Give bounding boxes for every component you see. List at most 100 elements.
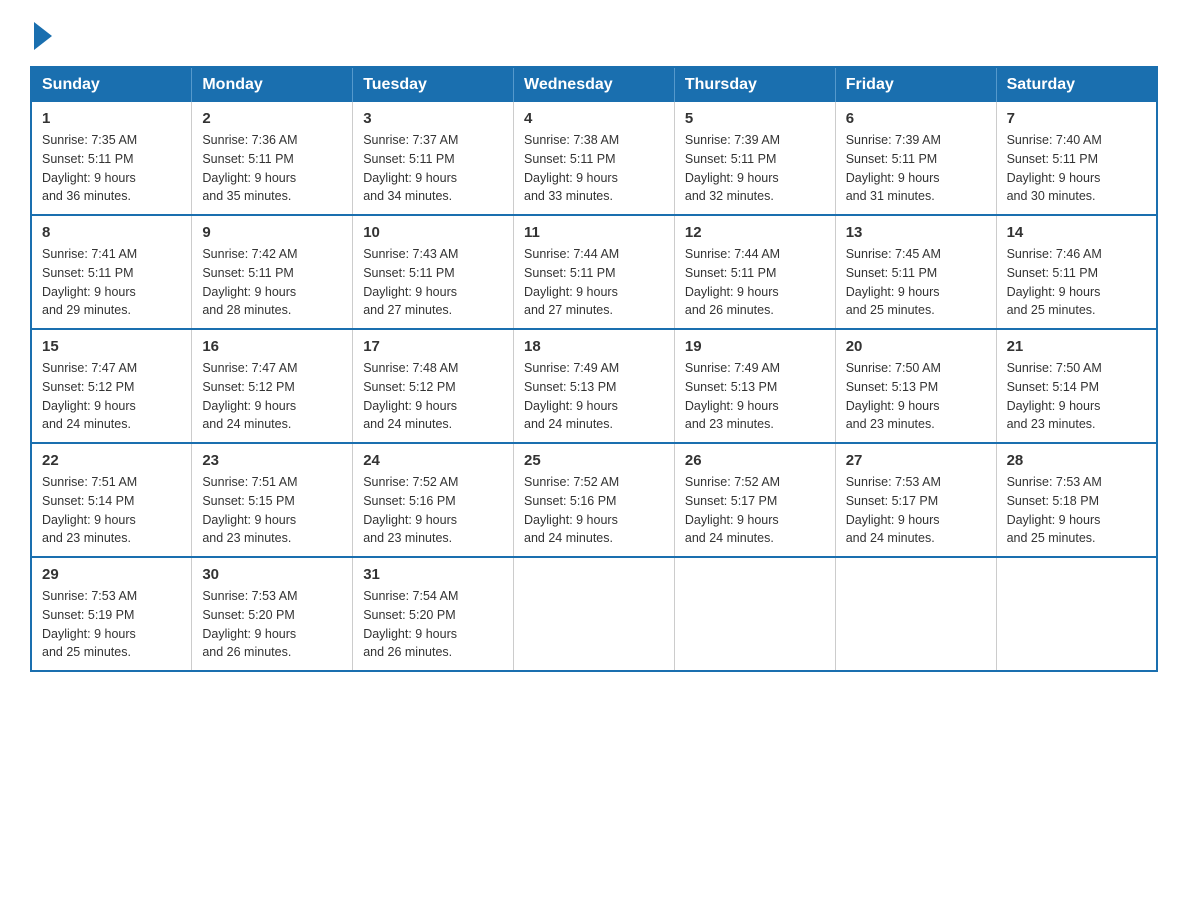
col-thursday: Thursday	[674, 67, 835, 102]
calendar-cell: 20 Sunrise: 7:50 AM Sunset: 5:13 PM Dayl…	[835, 329, 996, 443]
calendar-cell: 19 Sunrise: 7:49 AM Sunset: 5:13 PM Dayl…	[674, 329, 835, 443]
calendar-cell: 14 Sunrise: 7:46 AM Sunset: 5:11 PM Dayl…	[996, 215, 1157, 329]
day-info: Sunrise: 7:52 AM Sunset: 5:16 PM Dayligh…	[524, 475, 619, 545]
day-number: 3	[363, 110, 503, 127]
calendar-cell: 28 Sunrise: 7:53 AM Sunset: 5:18 PM Dayl…	[996, 443, 1157, 557]
col-monday: Monday	[192, 67, 353, 102]
calendar-cell: 11 Sunrise: 7:44 AM Sunset: 5:11 PM Dayl…	[514, 215, 675, 329]
calendar-cell	[514, 557, 675, 671]
calendar-cell: 17 Sunrise: 7:48 AM Sunset: 5:12 PM Dayl…	[353, 329, 514, 443]
calendar-week-row-4: 22 Sunrise: 7:51 AM Sunset: 5:14 PM Dayl…	[31, 443, 1157, 557]
day-info: Sunrise: 7:53 AM Sunset: 5:17 PM Dayligh…	[846, 475, 941, 545]
day-info: Sunrise: 7:42 AM Sunset: 5:11 PM Dayligh…	[202, 247, 297, 317]
day-info: Sunrise: 7:36 AM Sunset: 5:11 PM Dayligh…	[202, 133, 297, 203]
calendar-header-row: Sunday Monday Tuesday Wednesday Thursday…	[31, 67, 1157, 102]
calendar-week-row-1: 1 Sunrise: 7:35 AM Sunset: 5:11 PM Dayli…	[31, 102, 1157, 215]
col-friday: Friday	[835, 67, 996, 102]
day-number: 12	[685, 224, 825, 241]
logo	[30, 20, 52, 46]
calendar-cell: 10 Sunrise: 7:43 AM Sunset: 5:11 PM Dayl…	[353, 215, 514, 329]
calendar-cell: 27 Sunrise: 7:53 AM Sunset: 5:17 PM Dayl…	[835, 443, 996, 557]
calendar-cell: 26 Sunrise: 7:52 AM Sunset: 5:17 PM Dayl…	[674, 443, 835, 557]
day-number: 4	[524, 110, 664, 127]
day-number: 16	[202, 338, 342, 355]
logo-general-text	[30, 20, 52, 50]
day-number: 18	[524, 338, 664, 355]
calendar-cell: 13 Sunrise: 7:45 AM Sunset: 5:11 PM Dayl…	[835, 215, 996, 329]
day-number: 31	[363, 566, 503, 583]
col-saturday: Saturday	[996, 67, 1157, 102]
day-info: Sunrise: 7:49 AM Sunset: 5:13 PM Dayligh…	[524, 361, 619, 431]
day-number: 2	[202, 110, 342, 127]
calendar-cell: 31 Sunrise: 7:54 AM Sunset: 5:20 PM Dayl…	[353, 557, 514, 671]
day-info: Sunrise: 7:53 AM Sunset: 5:20 PM Dayligh…	[202, 589, 297, 659]
day-number: 5	[685, 110, 825, 127]
calendar-cell: 9 Sunrise: 7:42 AM Sunset: 5:11 PM Dayli…	[192, 215, 353, 329]
day-number: 1	[42, 110, 181, 127]
calendar-cell: 22 Sunrise: 7:51 AM Sunset: 5:14 PM Dayl…	[31, 443, 192, 557]
day-number: 7	[1007, 110, 1146, 127]
calendar-cell: 3 Sunrise: 7:37 AM Sunset: 5:11 PM Dayli…	[353, 102, 514, 215]
calendar-cell: 5 Sunrise: 7:39 AM Sunset: 5:11 PM Dayli…	[674, 102, 835, 215]
day-info: Sunrise: 7:52 AM Sunset: 5:17 PM Dayligh…	[685, 475, 780, 545]
day-info: Sunrise: 7:40 AM Sunset: 5:11 PM Dayligh…	[1007, 133, 1102, 203]
day-info: Sunrise: 7:51 AM Sunset: 5:15 PM Dayligh…	[202, 475, 297, 545]
day-info: Sunrise: 7:48 AM Sunset: 5:12 PM Dayligh…	[363, 361, 458, 431]
calendar-cell: 2 Sunrise: 7:36 AM Sunset: 5:11 PM Dayli…	[192, 102, 353, 215]
day-info: Sunrise: 7:53 AM Sunset: 5:19 PM Dayligh…	[42, 589, 137, 659]
calendar-cell: 30 Sunrise: 7:53 AM Sunset: 5:20 PM Dayl…	[192, 557, 353, 671]
day-number: 6	[846, 110, 986, 127]
calendar-cell	[996, 557, 1157, 671]
day-number: 17	[363, 338, 503, 355]
calendar-cell: 4 Sunrise: 7:38 AM Sunset: 5:11 PM Dayli…	[514, 102, 675, 215]
day-number: 25	[524, 452, 664, 469]
day-info: Sunrise: 7:44 AM Sunset: 5:11 PM Dayligh…	[685, 247, 780, 317]
day-info: Sunrise: 7:53 AM Sunset: 5:18 PM Dayligh…	[1007, 475, 1102, 545]
day-info: Sunrise: 7:43 AM Sunset: 5:11 PM Dayligh…	[363, 247, 458, 317]
day-info: Sunrise: 7:46 AM Sunset: 5:11 PM Dayligh…	[1007, 247, 1102, 317]
day-info: Sunrise: 7:50 AM Sunset: 5:14 PM Dayligh…	[1007, 361, 1102, 431]
calendar-cell: 23 Sunrise: 7:51 AM Sunset: 5:15 PM Dayl…	[192, 443, 353, 557]
col-wednesday: Wednesday	[514, 67, 675, 102]
day-number: 23	[202, 452, 342, 469]
day-info: Sunrise: 7:50 AM Sunset: 5:13 PM Dayligh…	[846, 361, 941, 431]
day-info: Sunrise: 7:41 AM Sunset: 5:11 PM Dayligh…	[42, 247, 137, 317]
day-number: 20	[846, 338, 986, 355]
calendar-week-row-2: 8 Sunrise: 7:41 AM Sunset: 5:11 PM Dayli…	[31, 215, 1157, 329]
calendar-table: Sunday Monday Tuesday Wednesday Thursday…	[30, 66, 1158, 672]
day-number: 19	[685, 338, 825, 355]
day-info: Sunrise: 7:35 AM Sunset: 5:11 PM Dayligh…	[42, 133, 137, 203]
calendar-cell	[674, 557, 835, 671]
day-number: 14	[1007, 224, 1146, 241]
day-number: 15	[42, 338, 181, 355]
calendar-cell: 12 Sunrise: 7:44 AM Sunset: 5:11 PM Dayl…	[674, 215, 835, 329]
calendar-cell: 18 Sunrise: 7:49 AM Sunset: 5:13 PM Dayl…	[514, 329, 675, 443]
logo-arrow-icon	[34, 22, 52, 50]
day-info: Sunrise: 7:39 AM Sunset: 5:11 PM Dayligh…	[685, 133, 780, 203]
day-info: Sunrise: 7:37 AM Sunset: 5:11 PM Dayligh…	[363, 133, 458, 203]
day-info: Sunrise: 7:47 AM Sunset: 5:12 PM Dayligh…	[202, 361, 297, 431]
day-number: 13	[846, 224, 986, 241]
calendar-cell: 24 Sunrise: 7:52 AM Sunset: 5:16 PM Dayl…	[353, 443, 514, 557]
day-number: 9	[202, 224, 342, 241]
day-number: 10	[363, 224, 503, 241]
calendar-week-row-5: 29 Sunrise: 7:53 AM Sunset: 5:19 PM Dayl…	[31, 557, 1157, 671]
day-number: 29	[42, 566, 181, 583]
day-number: 22	[42, 452, 181, 469]
calendar-week-row-3: 15 Sunrise: 7:47 AM Sunset: 5:12 PM Dayl…	[31, 329, 1157, 443]
calendar-cell: 8 Sunrise: 7:41 AM Sunset: 5:11 PM Dayli…	[31, 215, 192, 329]
col-sunday: Sunday	[31, 67, 192, 102]
calendar-cell: 7 Sunrise: 7:40 AM Sunset: 5:11 PM Dayli…	[996, 102, 1157, 215]
calendar-cell: 16 Sunrise: 7:47 AM Sunset: 5:12 PM Dayl…	[192, 329, 353, 443]
day-info: Sunrise: 7:38 AM Sunset: 5:11 PM Dayligh…	[524, 133, 619, 203]
day-info: Sunrise: 7:54 AM Sunset: 5:20 PM Dayligh…	[363, 589, 458, 659]
calendar-cell: 15 Sunrise: 7:47 AM Sunset: 5:12 PM Dayl…	[31, 329, 192, 443]
day-number: 8	[42, 224, 181, 241]
day-number: 21	[1007, 338, 1146, 355]
day-number: 30	[202, 566, 342, 583]
day-number: 27	[846, 452, 986, 469]
day-info: Sunrise: 7:39 AM Sunset: 5:11 PM Dayligh…	[846, 133, 941, 203]
day-number: 24	[363, 452, 503, 469]
day-info: Sunrise: 7:52 AM Sunset: 5:16 PM Dayligh…	[363, 475, 458, 545]
day-number: 11	[524, 224, 664, 241]
